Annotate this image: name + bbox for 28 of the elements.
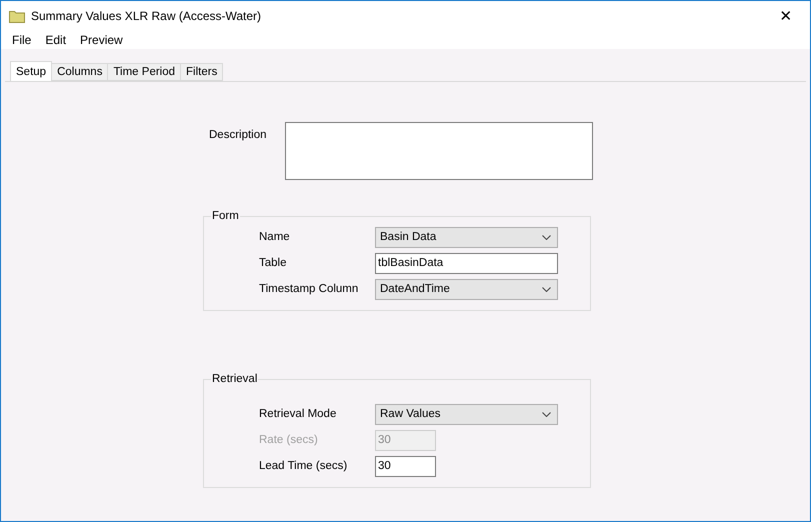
folder-icon [9, 10, 25, 22]
group-title: Retrieval [211, 373, 258, 385]
chevron-down-icon [542, 234, 551, 240]
input-field[interactable]: 30 [375, 456, 436, 476]
chevron-down-icon [542, 286, 551, 292]
field-label: Description [209, 129, 268, 143]
chevron-down-icon [542, 412, 551, 416]
menu-item[interactable]: File [5, 31, 38, 49]
input-field[interactable]: tblBasinData [375, 252, 558, 274]
dropdown[interactable]: Raw Values [375, 404, 558, 424]
description-field[interactable] [285, 122, 593, 180]
menu-item[interactable]: Preview [73, 31, 130, 49]
dropdown[interactable]: DateAndTime [375, 278, 558, 300]
close-button[interactable]: ✕ [768, 1, 804, 31]
field-label: Table [259, 257, 288, 269]
field-label: Lead Time (secs) [259, 460, 348, 472]
dropdown[interactable]: Basin Data [375, 226, 558, 248]
tab[interactable]: Filters [180, 63, 224, 81]
field-label: Name [259, 231, 291, 243]
menu-item[interactable]: Edit [38, 31, 74, 49]
tab[interactable]: Setup [10, 61, 52, 81]
window-title: Summary Values XLR Raw (Access-Water) [31, 9, 262, 23]
field-label: Timestamp Column [259, 283, 360, 295]
tab[interactable]: Columns [51, 63, 108, 81]
field-label: Rate (secs) [259, 434, 319, 446]
field-label: Retrieval Mode [259, 408, 338, 420]
tab[interactable]: Time Period [107, 63, 182, 81]
group-title: Form [211, 210, 240, 222]
